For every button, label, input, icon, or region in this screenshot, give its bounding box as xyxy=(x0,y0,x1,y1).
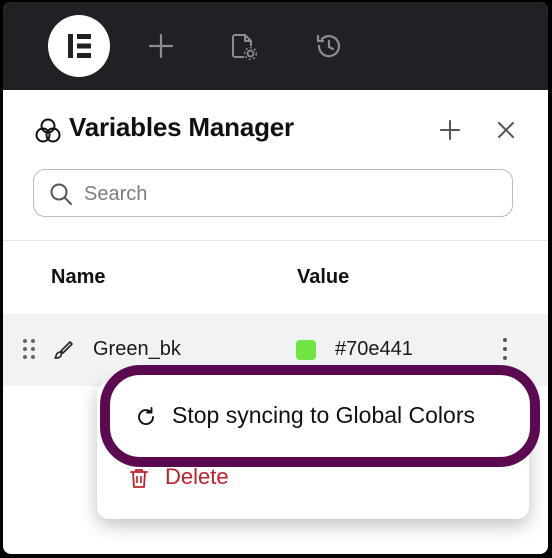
variable-value: #70e441 xyxy=(335,338,413,360)
add-element-button[interactable] xyxy=(145,30,177,62)
stop-syncing-menu-item[interactable]: Stop syncing to Global Colors xyxy=(134,402,524,432)
history-button[interactable] xyxy=(312,30,344,62)
elementor-logo-icon xyxy=(68,34,91,58)
close-icon xyxy=(498,122,514,138)
variable-name: Green_bk xyxy=(93,338,181,360)
color-brush-icon xyxy=(52,339,74,361)
plus-icon xyxy=(440,120,460,140)
add-variable-button[interactable] xyxy=(434,114,466,146)
highlighted-menu-item: Stop syncing to Global Colors xyxy=(100,365,540,467)
delete-label: Delete xyxy=(165,464,229,489)
history-icon xyxy=(316,34,341,58)
more-options-button[interactable] xyxy=(495,334,515,364)
column-header-name: Name xyxy=(51,266,106,288)
trash-icon xyxy=(130,469,148,488)
refresh-icon xyxy=(138,407,154,425)
plus-icon xyxy=(148,33,174,59)
panel-title: Variables Manager xyxy=(69,112,294,142)
color-swatch xyxy=(296,340,316,360)
stop-syncing-label: Stop syncing to Global Colors xyxy=(172,402,475,428)
app-window: Variables Manager Name Value xyxy=(3,2,548,554)
search-input[interactable] xyxy=(82,176,496,212)
search-icon xyxy=(48,181,74,207)
variables-icon xyxy=(33,116,63,146)
top-bar xyxy=(3,2,548,90)
close-button[interactable] xyxy=(490,114,522,146)
column-header-value: Value xyxy=(297,266,350,288)
elementor-logo-button[interactable] xyxy=(48,15,110,77)
search-box[interactable] xyxy=(33,169,513,217)
divider xyxy=(3,240,548,241)
page-settings-icon xyxy=(232,34,258,61)
page-settings-button[interactable] xyxy=(227,30,259,62)
drag-handle-icon[interactable] xyxy=(21,337,37,361)
kebab-icon xyxy=(503,338,507,360)
